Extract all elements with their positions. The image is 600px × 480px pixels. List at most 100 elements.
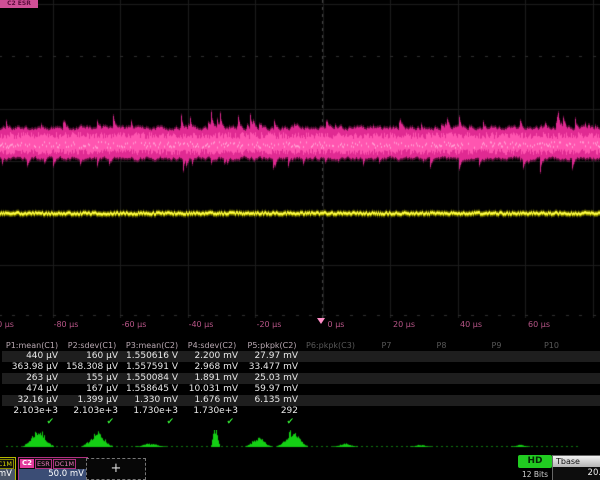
measure-cell [524,384,579,395]
measure-cell [524,351,579,362]
time-axis-tick: 20 µs [393,320,415,329]
measure-cell [302,362,359,373]
time-axis-tick: 0 µs [328,320,345,329]
measure-row-min: 263 µV155 µV1.550084 V1.891 mV25.03 mV [2,373,600,384]
measure-cell: 1.730e+3 [182,406,242,417]
time-axis-tick: 60 µs [528,320,550,329]
measure-cell: 1.730e+3 [122,406,182,417]
measure-cell: 59.97 mV [242,384,302,395]
waveform-grid[interactable] [0,0,600,318]
measure-cell [414,395,469,406]
param-status-check-icon: ✔ [122,417,182,428]
measure-cell [359,351,414,362]
measure-cell [302,373,359,384]
param-status-check-icon [524,417,579,428]
measure-cell [469,406,524,417]
measure-cell: 1.550084 V [122,373,182,384]
measure-row-status: ✔✔✔✔✔ [2,417,600,428]
param-status-check-icon [414,417,469,428]
param-header[interactable]: P6:pkpk(C3) [302,340,359,351]
measure-cell [302,406,359,417]
param-header[interactable]: P8 [414,340,469,351]
timebase-value: 20.0 µs [553,467,600,480]
measure-cell: 1.550616 V [122,351,182,362]
measure-cell: 2.103e+3 [62,406,122,417]
measure-table: P1:mean(C1)P2:sdev(C1)P3:mean(C2)P4:sdev… [2,340,600,428]
measure-cell: 10.031 mV [182,384,242,395]
measure-row-value: 440 µV160 µV1.550616 V2.200 mV27.97 mV [2,351,600,362]
measure-cell [469,362,524,373]
measure-cell: 1.558645 V [122,384,182,395]
measure-cell [359,373,414,384]
measure-cell [359,406,414,417]
measure-cell [359,395,414,406]
param-header[interactable]: P5:pkpk(C2) [242,340,302,351]
measure-cell: 33.477 mV [242,362,302,373]
param-header[interactable]: P10 [524,340,579,351]
measure-cell: 160 µV [62,351,122,362]
c2-esr-badge: ESR [35,459,52,469]
active-trace-tab[interactable]: C2 ESR [0,0,38,8]
param-header[interactable]: P7 [359,340,414,351]
channel-c2-descriptor[interactable]: C2 ESR DC1M 50.0 mV [18,457,88,480]
measure-cell [414,351,469,362]
time-axis-tick: 40 µs [460,320,482,329]
param-status-check-icon [359,417,414,428]
timebase-descriptor[interactable]: Tbase 20.0 µs [552,455,600,480]
time-axis-tick: -80 µs [54,320,79,329]
measure-cell [524,406,579,417]
hd-bits-label: 12 Bits [518,470,552,479]
measure-cell: 1.330 mV [122,395,182,406]
param-header[interactable]: P9 [469,340,524,351]
measure-cell [414,373,469,384]
measure-cell: 167 µV [62,384,122,395]
measure-cell: 158.308 µV [62,362,122,373]
param-status-check-icon [469,417,524,428]
measure-cell [524,362,579,373]
measure-row-mean: 363.98 µV158.308 µV1.557591 V2.968 mV33.… [2,362,600,373]
measure-cell [359,384,414,395]
measure-cell: 474 µV [2,384,62,395]
measure-cell: 27.97 mV [242,351,302,362]
measure-cell [469,373,524,384]
param-header[interactable]: P4:sdev(C2) [182,340,242,351]
measure-cell [469,384,524,395]
measure-cell: 1.557591 V [122,362,182,373]
measure-cell [302,395,359,406]
time-axis: -100 µs-80 µs-60 µs-40 µs-20 µs0 µs20 µs… [0,318,600,332]
param-status-check-icon: ✔ [242,417,302,428]
param-status-check-icon: ✔ [2,417,62,428]
oscilloscope-screen: C2 ESR -100 µs-80 µs-60 µs-40 µs-20 µs0 … [0,0,600,480]
measure-cell [524,395,579,406]
measure-cell: 155 µV [62,373,122,384]
param-status-check-icon [302,417,359,428]
channel-c1-descriptor[interactable]: DC1M 20.0 mV [0,457,16,480]
param-status-check-icon: ✔ [62,417,122,428]
add-trace-button[interactable]: + [86,458,146,480]
measure-cell: 1.399 µV [62,395,122,406]
measure-cell: 2.103e+3 [2,406,62,417]
measure-cell: 2.200 mV [182,351,242,362]
c2-volts-per-div: 50.0 mV [19,469,87,480]
param-header[interactable]: P1:mean(C1) [2,340,62,351]
measure-row-max: 474 µV167 µV1.558645 V10.031 mV59.97 mV [2,384,600,395]
measure-cell: 2.968 mV [182,362,242,373]
measure-cell [302,351,359,362]
measure-cell [359,362,414,373]
param-header[interactable]: P2:sdev(C1) [62,340,122,351]
measure-cell [469,395,524,406]
measure-cell: 440 µV [2,351,62,362]
hd-mode-badge[interactable]: HD [518,455,552,468]
measure-cell [302,384,359,395]
param-header[interactable]: P3:mean(C2) [122,340,182,351]
timebase-label: Tbase [553,456,600,467]
measure-cell: 363.98 µV [2,362,62,373]
measure-cell: 1.676 mV [182,395,242,406]
measure-cell: 6.135 mV [242,395,302,406]
c1-volts-per-div: 20.0 mV [0,469,15,480]
trigger-time-marker-icon[interactable] [317,318,325,324]
c2-channel-chip: C2 [20,459,34,468]
measure-cell: 292 [242,406,302,417]
c2-coupling-badge: DC1M [53,459,76,469]
measure-table-header-row: P1:mean(C1)P2:sdev(C1)P3:mean(C2)P4:sdev… [2,340,600,351]
